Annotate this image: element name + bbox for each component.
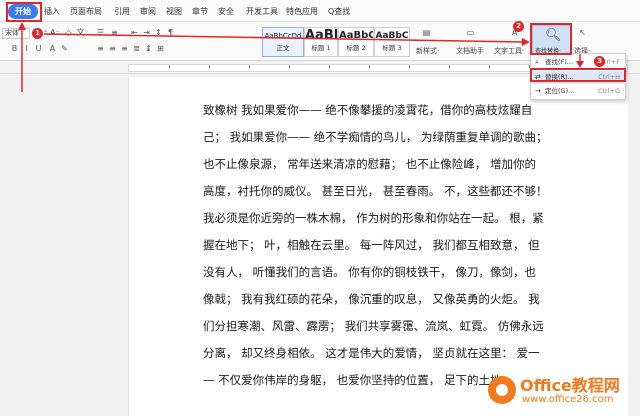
bold-icon[interactable]: B — [10, 44, 19, 53]
annotation-box-start-tab — [6, 2, 42, 22]
watermark-url: www.office26.com — [522, 394, 614, 405]
style-normal-sample: AaBbCcDd — [264, 32, 302, 40]
style-normal[interactable]: AaBbCcDd 正文 — [262, 27, 304, 57]
text-line: 握在地下； 叶，相触在云里。 每一阵风过， 我们都互相致意， 但 — [203, 238, 540, 252]
text-line: 像戟； 我有我红硕的花朵， 像沉重的叹息， 又像英勇的火炬。 我 — [203, 292, 540, 306]
pinyin-icon[interactable]: 文 — [76, 28, 85, 37]
office-logo-icon — [488, 376, 516, 404]
new-style-icon: ▤ — [422, 28, 431, 37]
show-marks-icon[interactable]: ¶ — [166, 28, 175, 37]
annotation-badge-1: 1 — [32, 28, 43, 39]
tab-chapter[interactable]: 章节 — [192, 4, 208, 19]
underline-icon[interactable]: U — [34, 44, 43, 53]
bullet-list-icon[interactable]: ☰ — [96, 28, 105, 37]
style-heading-3-label: 标题 3 — [382, 44, 402, 52]
tab-security[interactable]: 安全 — [218, 4, 234, 19]
tab-view[interactable]: 视图 — [166, 4, 182, 19]
tab-page-layout[interactable]: 页面布局 — [70, 4, 102, 19]
font-color-icon[interactable]: A — [48, 44, 57, 53]
text-line: 我必须是你近旁的一株木棉， 作为树的形象和你站在一起。 根，紧 — [203, 211, 544, 225]
numbered-list-icon[interactable]: ≡ — [110, 28, 119, 37]
sort-icon[interactable]: ↕ — [154, 28, 163, 37]
style-heading-3-sample: AaBbC — [375, 31, 409, 41]
align-left-icon[interactable]: ≡ — [96, 44, 105, 53]
text-line: — 不仅爱你伟岸的身躯， 也爱你坚持的位置， 足下的土地。 — [203, 373, 513, 387]
ruler-tick — [289, 65, 290, 68]
ruler-tick — [169, 65, 170, 68]
italic-icon[interactable]: I — [22, 44, 31, 53]
text-line: 致橡树 我如果爱你—— 绝不像攀援的凌霄花，借你的高枝炫耀自 — [203, 103, 533, 117]
annotation-badge-2: 2 — [513, 21, 524, 32]
text-line: 高度，衬托你的威仪。 甚至日光， 甚至春雨。 不，这些都还不够！ — [203, 184, 548, 198]
annotation-box-find-replace — [530, 23, 572, 55]
tab-special[interactable]: 特色应用 — [286, 4, 318, 19]
wps-writer-window: 开始 插入 页面布局 引用 审阅 视图 章节 安全 开发工具 特色应用 Q查找 … — [0, 0, 640, 416]
watermark-title: Office教程网 — [520, 376, 620, 395]
doc-assistant-button[interactable]: 文档助手 — [456, 47, 484, 56]
annotation-box-replace — [530, 68, 626, 82]
style-heading-2-label: 标题 2 — [346, 44, 366, 52]
font-shrink-icon[interactable]: A⁻ — [50, 28, 60, 37]
document-page[interactable]: 致橡树 我如果爱你—— 绝不像攀援的凌霄花，借你的高枝炫耀自 己； 我如果爱你—… — [128, 77, 628, 416]
style-heading-2-sample: AaBbC — [339, 30, 373, 41]
annotation-badge-3: 3 — [594, 56, 605, 67]
style-heading-1-label: 标题 1 — [311, 44, 331, 52]
clear-format-icon[interactable]: ◇ — [64, 28, 73, 37]
text-line: 也不止像泉源， 常年送来清凉的慰藉； 也不止像险峰， 增加你的 — [203, 157, 536, 171]
style-heading-1[interactable]: AaBb 标题 1 — [304, 27, 338, 57]
ribbon-tab-bar: 开始 插入 页面布局 引用 审阅 视图 章节 安全 开发工具 特色应用 Q查找 — [0, 0, 640, 22]
style-normal-label: 正文 — [276, 44, 290, 52]
menu-item-goto[interactable]: → 定位(G)... Ctrl+G — [533, 85, 624, 98]
locate-icon: → — [535, 87, 541, 95]
text-line: 们分担寒潮、风雷、霹雳； 我们共享雾霭、流岚、虹霓。 仿佛永远 — [203, 319, 544, 333]
align-right-icon[interactable]: ≡ — [120, 44, 129, 53]
border-icon[interactable]: ⊞ — [156, 44, 165, 53]
select-cursor-icon: ↖ — [579, 28, 586, 37]
ruler-tick — [249, 65, 250, 68]
doc-assistant-icon: ▭ — [466, 28, 475, 37]
tab-developer[interactable]: 开发工具 — [246, 4, 278, 19]
highlight-icon[interactable]: ✎ — [60, 44, 69, 53]
ruler-tick — [449, 65, 450, 68]
tab-references[interactable]: 引用 — [114, 4, 130, 19]
text-line: 没有人， 听懂我们的言语。 你有你的铜枝铁干， 像刀，像剑，也 — [203, 265, 536, 279]
tab-insert[interactable]: 插入 — [44, 4, 60, 19]
text-line: 己； 我如果爱你—— 绝不学痴情的鸟儿， 为绿荫重复单调的歌曲； — [203, 130, 548, 144]
style-heading-1-sample: AaBb — [305, 28, 337, 43]
indent-increase-icon[interactable]: ⇥ — [142, 28, 151, 37]
line-spacing-icon[interactable]: ↨ — [144, 44, 153, 53]
ruler-tick — [209, 65, 210, 68]
text-tool-button[interactable]: 文字工具· — [494, 47, 524, 56]
watermark: Office教程网 www.office26.com — [488, 370, 634, 412]
align-justify-icon[interactable]: ≣ — [132, 44, 141, 53]
font-name-select[interactable]: 宋体 — [2, 28, 30, 39]
style-heading-2[interactable]: AaBbC 标题 2 — [338, 27, 374, 57]
text-line: 分离， 却又终身相依。 这才是伟大的爱情， 坚贞就在这里： 爱一 — [203, 346, 540, 360]
ruler-tick — [329, 65, 330, 68]
align-center-icon[interactable]: ≡ — [108, 44, 117, 53]
tab-review[interactable]: 审阅 — [140, 4, 156, 19]
ruler-tick — [369, 65, 370, 68]
indent-decrease-icon[interactable]: ⇤ — [130, 28, 139, 37]
ruler-tick — [409, 65, 410, 68]
tab-search[interactable]: Q查找 — [328, 4, 350, 19]
new-style-button[interactable]: 新样式· — [416, 47, 439, 56]
ruler-tick — [489, 65, 490, 68]
style-heading-3[interactable]: AaBbC 标题 3 — [374, 27, 410, 57]
